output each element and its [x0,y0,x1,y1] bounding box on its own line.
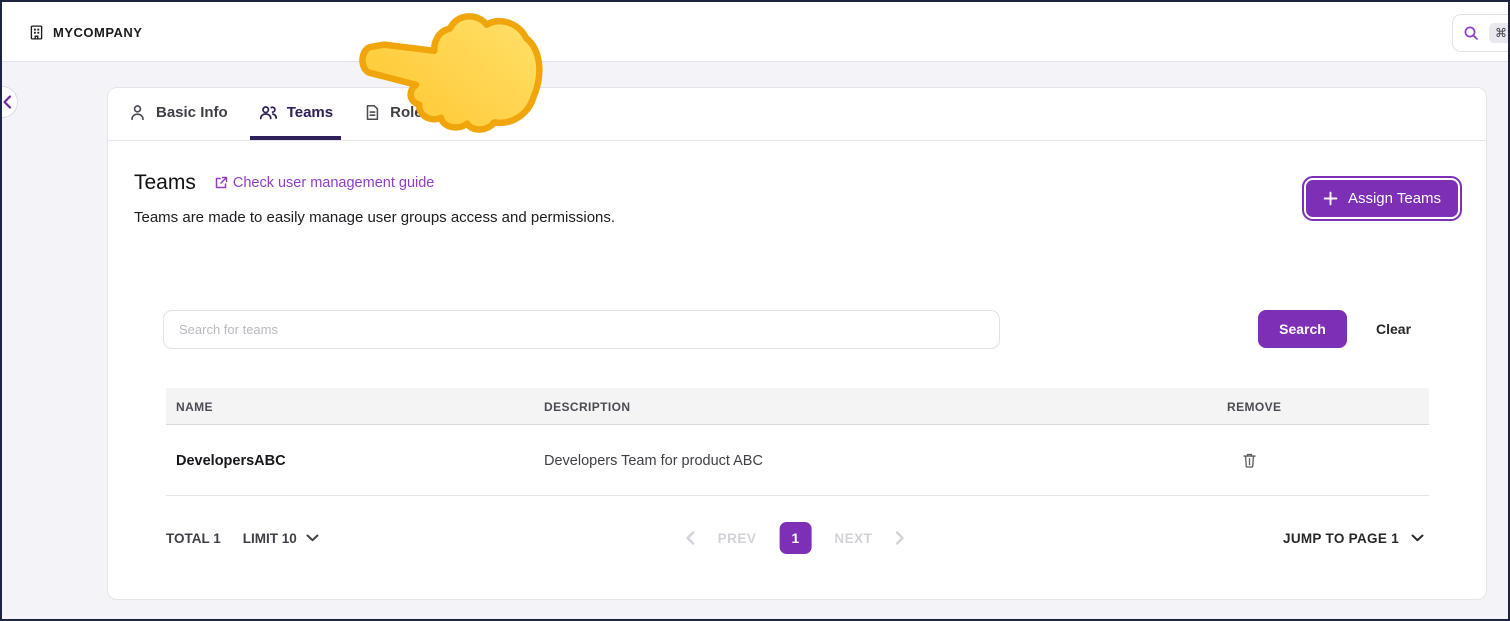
total-count: TOTAL 1 [166,531,221,546]
prev-button[interactable]: PREV [718,531,757,546]
table-header-row: NAME DESCRIPTION REMOVE [166,388,1429,425]
pagination-bar: TOTAL 1 LIMIT 10 PREV 1 [166,520,1424,556]
tab-basic-info[interactable]: Basic Info [120,88,236,140]
pagination-center: PREV 1 NEXT [686,520,905,556]
pagination-left: TOTAL 1 LIMIT 10 [166,520,319,556]
tab-teams[interactable]: Teams [250,88,341,140]
search-button[interactable]: Search [1258,310,1347,348]
external-link-icon [214,176,228,190]
team-name-cell: DevelopersABC [176,425,286,496]
page-title: Teams [134,171,196,195]
jump-to-page-selector[interactable]: JUMP TO PAGE 1 [1283,520,1424,556]
next-button[interactable]: NEXT [834,531,872,546]
people-icon [258,103,278,122]
column-header-description: DESCRIPTION [544,388,630,425]
top-header: MYCOMPANY ⌘K [2,2,1508,62]
user-management-guide-link[interactable]: Check user management guide [214,175,435,191]
clear-button[interactable]: Clear [1368,310,1419,348]
limit-selector[interactable]: LIMIT 10 [243,531,319,546]
tab-roles[interactable]: Roles [355,88,439,140]
remove-team-button[interactable] [1239,449,1260,472]
teams-table: NAME DESCRIPTION REMOVE DevelopersABC De… [166,388,1429,496]
company-name: MYCOMPANY [53,25,142,40]
user-icon [128,103,147,122]
section-title-row: Teams Check user management guide [134,171,434,195]
guide-link-label: Check user management guide [233,175,435,191]
assign-teams-label: Assign Teams [1348,190,1441,207]
chevron-left-icon[interactable] [686,531,695,545]
search-icon [1463,25,1479,41]
section-description: Teams are made to easily manage user gro… [134,209,615,226]
table-row: DevelopersABC Developers Team for produc… [166,425,1429,496]
company-brand: MYCOMPANY [28,2,142,62]
assign-teams-button[interactable]: Assign Teams [1306,180,1458,217]
plus-icon [1323,191,1338,206]
global-search-button[interactable]: ⌘K [1452,14,1510,52]
back-button[interactable] [0,86,18,118]
keyboard-shortcut-badge: ⌘K [1489,23,1510,43]
chevron-left-icon [2,95,12,109]
column-header-remove: REMOVE [1227,388,1281,425]
team-description-cell: Developers Team for product ABC [544,425,763,496]
document-icon [363,103,381,122]
building-icon [28,24,45,41]
tab-bar: Basic Info Teams [108,88,1486,141]
tab-label: Basic Info [156,104,228,121]
user-management-card: Basic Info Teams [107,87,1487,600]
page: MYCOMPANY ⌘K [0,0,1510,621]
teams-search-input[interactable] [163,310,1000,349]
assign-teams-focus-ring: Assign Teams [1302,176,1462,221]
current-page-button[interactable]: 1 [779,522,811,554]
tab-label: Teams [287,104,333,121]
limit-label: LIMIT 10 [243,531,297,546]
jump-to-page-label: JUMP TO PAGE 1 [1283,531,1399,546]
chevron-right-icon[interactable] [895,531,904,545]
column-header-name: NAME [176,388,213,425]
trash-icon [1243,453,1256,468]
chevron-down-icon [306,534,319,542]
tab-label: Roles [390,104,431,121]
chevron-down-icon [1411,534,1424,542]
